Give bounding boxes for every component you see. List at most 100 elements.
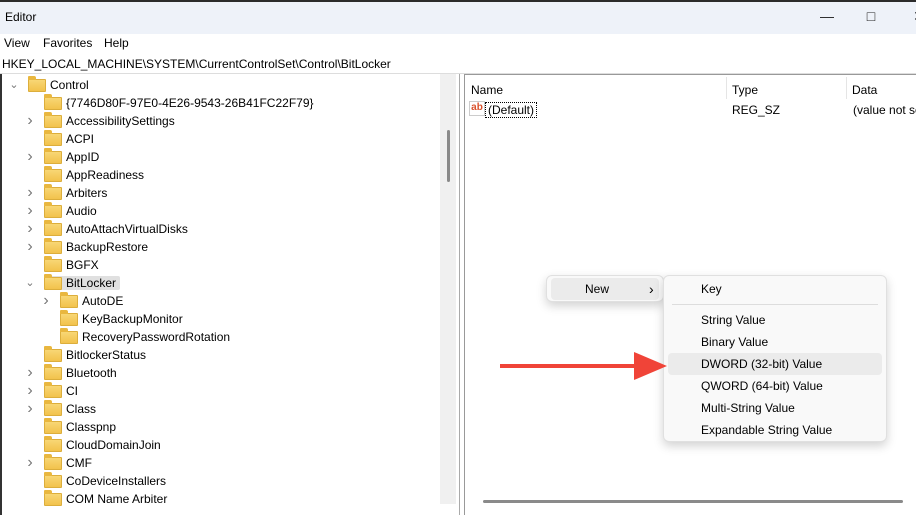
submenu-item[interactable]: Expandable String Value xyxy=(668,419,882,441)
tree-item-label: CI xyxy=(66,384,78,398)
tree-item[interactable]: BitlockerStatus xyxy=(44,345,146,364)
tree-item-label: BGFX xyxy=(66,258,99,272)
folder-icon xyxy=(44,453,62,470)
tree-item[interactable]: AutoDE xyxy=(60,291,124,310)
column-divider[interactable] xyxy=(846,77,847,99)
tree-item[interactable]: Bluetooth xyxy=(44,363,117,382)
tree-item[interactable]: CloudDomainJoin xyxy=(44,435,161,454)
chevron-right-icon[interactable]: › xyxy=(24,184,36,202)
chevron-right-icon[interactable]: › xyxy=(24,202,36,220)
chevron-down-icon[interactable]: ⌄ xyxy=(8,76,20,94)
close-icon[interactable]: ✕ xyxy=(904,8,916,28)
tree-scroll-thumb[interactable] xyxy=(447,130,450,182)
tree-item[interactable]: BackupRestore xyxy=(44,237,148,256)
tree-item-label: COM Name Arbiter xyxy=(66,492,168,506)
menu-favorites[interactable]: Favorites xyxy=(43,36,92,50)
folder-icon xyxy=(44,345,62,362)
address-bar[interactable]: HKEY_LOCAL_MACHINE\SYSTEM\CurrentControl… xyxy=(0,54,916,74)
tree-item[interactable]: Classpnp xyxy=(44,417,117,436)
registry-tree: ⌄ Control {7746D80F-97E0-4E26-9543-26B41FC… xyxy=(0,74,460,515)
chevron-right-icon[interactable]: › xyxy=(24,238,36,256)
value-data: (value not se xyxy=(853,103,916,117)
tree-item-label: ACPI xyxy=(66,132,95,146)
tree-item[interactable]: COM Name Arbiter xyxy=(44,489,168,508)
tree-item-label: CoDeviceInstallers xyxy=(66,474,167,488)
tree-item[interactable]: ACPI xyxy=(44,129,95,148)
folder-icon xyxy=(28,75,46,92)
menu-item-new[interactable]: New › xyxy=(551,278,659,300)
folder-icon xyxy=(44,273,62,290)
tree-item-label: Arbiters xyxy=(66,186,108,200)
menu-bar: View Favorites Help xyxy=(0,34,916,54)
tree-item[interactable]: Audio xyxy=(44,201,97,220)
tree-item[interactable]: Control xyxy=(28,75,89,94)
tree-item[interactable]: CMF xyxy=(44,453,92,472)
column-type[interactable]: Type xyxy=(732,83,758,97)
chevron-right-icon[interactable]: › xyxy=(40,292,52,310)
tree-item-label: Class xyxy=(66,402,97,416)
submenu-item[interactable]: DWORD (32-bit) Value xyxy=(668,353,882,375)
folder-icon xyxy=(44,435,62,452)
tree-item[interactable]: KeyBackupMonitor xyxy=(60,309,183,328)
folder-icon xyxy=(44,399,62,416)
tree-item-label: Bluetooth xyxy=(66,366,117,380)
folder-icon xyxy=(44,237,62,254)
chevron-right-icon[interactable]: › xyxy=(24,220,36,238)
chevron-right-icon[interactable]: › xyxy=(24,400,36,418)
tree-item-label: Control xyxy=(50,78,89,92)
window-title: Editor xyxy=(5,10,37,24)
value-type: REG_SZ xyxy=(732,103,781,117)
tree-item[interactable]: Arbiters xyxy=(44,183,108,202)
tree-item[interactable]: AppReadiness xyxy=(44,165,144,184)
minimize-icon[interactable]: — xyxy=(812,8,842,28)
tree-item[interactable]: BGFX xyxy=(44,255,99,274)
submenu-item[interactable]: Multi-String Value xyxy=(668,397,882,419)
folder-icon xyxy=(60,309,78,326)
chevron-down-icon[interactable]: ⌄ xyxy=(24,274,36,292)
submenu-item[interactable]: Binary Value xyxy=(668,331,882,353)
tree-item-label: Classpnp xyxy=(66,420,117,434)
chevron-right-icon[interactable]: › xyxy=(24,148,36,166)
folder-icon xyxy=(44,93,62,110)
submenu-item[interactable]: QWORD (64-bit) Value xyxy=(668,375,882,397)
folder-icon xyxy=(44,363,62,380)
tree-item[interactable]: CoDeviceInstallers xyxy=(44,471,167,490)
folder-icon xyxy=(60,291,78,308)
column-data[interactable]: Data xyxy=(852,83,877,97)
tree-item[interactable]: BitLocker xyxy=(44,273,121,292)
submenu-item[interactable]: Key xyxy=(668,278,882,300)
value-name[interactable]: (Default) xyxy=(485,102,538,118)
tree-item-label: CloudDomainJoin xyxy=(66,438,161,452)
column-name[interactable]: Name xyxy=(471,83,503,97)
address-path[interactable]: HKEY_LOCAL_MACHINE\SYSTEM\CurrentControl… xyxy=(2,57,391,71)
folder-icon xyxy=(44,471,62,488)
maximize-icon[interactable]: □ xyxy=(856,8,886,28)
folder-icon xyxy=(44,381,62,398)
tree-item[interactable]: CI xyxy=(44,381,78,400)
tree-item[interactable]: {7746D80F-97E0-4E26-9543-26B41FC22F79} xyxy=(44,93,314,112)
tree-scrollbar[interactable] xyxy=(440,74,456,504)
tree-item[interactable]: AutoAttachVirtualDisks xyxy=(44,219,188,238)
tree-item[interactable]: RecoveryPasswordRotation xyxy=(60,327,230,346)
red-arrow-annotation xyxy=(500,352,667,380)
chevron-right-icon[interactable]: › xyxy=(24,112,36,130)
values-horizontal-scrollbar[interactable] xyxy=(483,500,903,503)
tree-item-label: AutoAttachVirtualDisks xyxy=(66,222,188,236)
chevron-right-icon[interactable]: › xyxy=(24,382,36,400)
tree-item[interactable]: Class xyxy=(44,399,97,418)
submenu-item[interactable]: String Value xyxy=(668,309,882,331)
string-value-icon: ab xyxy=(469,101,485,116)
menu-view[interactable]: View xyxy=(4,36,30,50)
chevron-right-icon[interactable]: › xyxy=(24,364,36,382)
folder-icon xyxy=(44,255,62,272)
tree-item[interactable]: AppID xyxy=(44,147,99,166)
folder-icon xyxy=(44,201,62,218)
tree-item-label: AutoDE xyxy=(82,294,124,308)
menu-help[interactable]: Help xyxy=(104,36,129,50)
column-divider[interactable] xyxy=(726,77,727,99)
tree-item[interactable]: AccessibilitySettings xyxy=(44,111,175,130)
chevron-right-icon: › xyxy=(649,281,654,297)
chevron-right-icon[interactable]: › xyxy=(24,454,36,472)
folder-icon xyxy=(44,219,62,236)
menu-separator xyxy=(672,304,878,305)
